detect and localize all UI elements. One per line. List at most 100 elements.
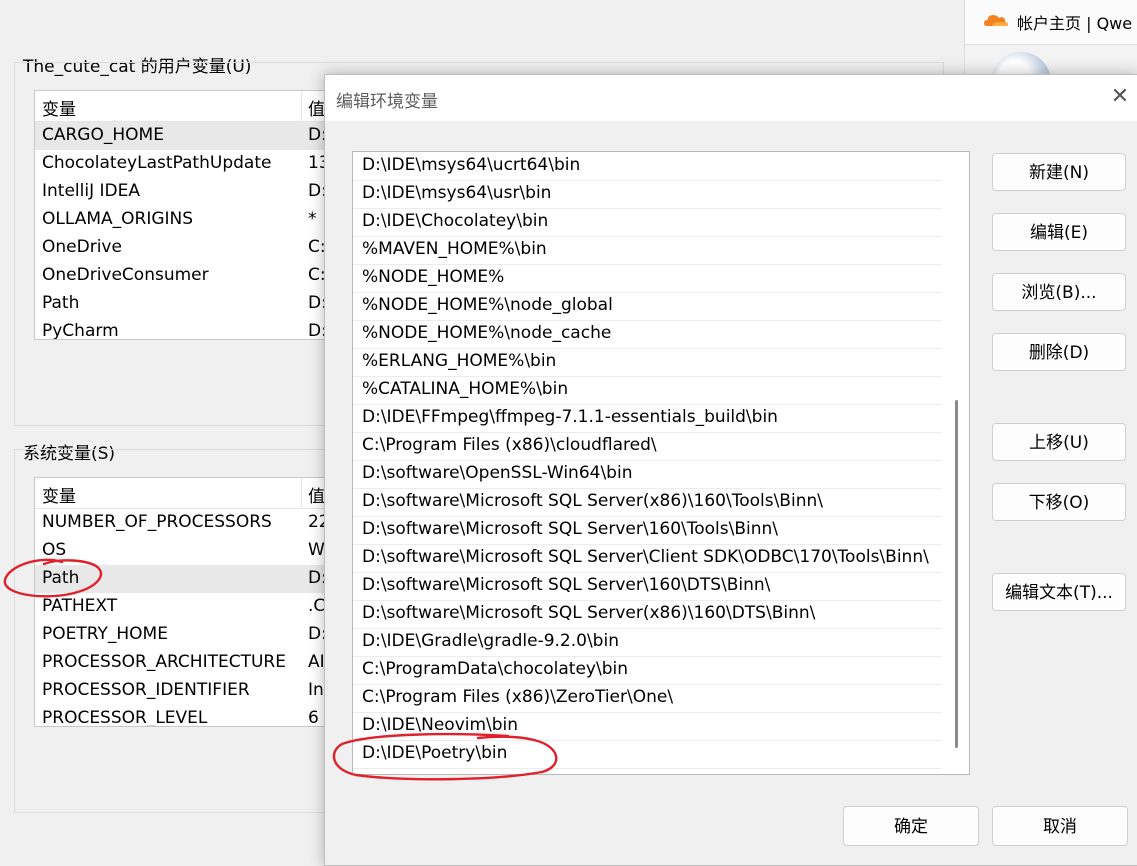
table-row[interactable]: PROCESSOR_IDENTIFIER In — [35, 677, 325, 705]
path-entry-text: D:\IDE\Chocolatey\bin — [362, 211, 549, 231]
list-item[interactable]: D:\IDE\Neovim\bin — [353, 712, 942, 741]
path-entries-list[interactable]: D:\IDE\msys64\ucrt64\bin D:\IDE\msys64\u… — [352, 151, 970, 775]
list-item[interactable]: %NODE_HOME% — [353, 264, 942, 293]
move-up-button[interactable]: 上移(U) — [992, 423, 1126, 461]
cloudflare-icon — [984, 15, 1008, 26]
edit-text-button[interactable]: 编辑文本(T)... — [992, 573, 1126, 611]
list-item[interactable]: %CATALINA_HOME%\bin — [353, 376, 942, 405]
variable-name: OS — [42, 540, 67, 560]
table-row[interactable]: PROCESSOR_ARCHITECTURE AI — [35, 649, 325, 677]
path-entry-text: D:\IDE\FFmpeg\ffmpeg-7.1.1-essentials_bu… — [362, 407, 778, 427]
path-entry-text: D:\IDE\Poetry\bin — [362, 743, 508, 763]
variable-value: AI — [308, 652, 325, 672]
table-row-path-selected[interactable]: Path D: — [35, 565, 325, 593]
variable-name: ChocolateyLastPathUpdate — [42, 153, 272, 173]
path-entry-text: %ERLANG_HOME%\bin — [362, 351, 557, 371]
list-item[interactable]: D:\IDE\Chocolatey\bin — [353, 208, 942, 237]
delete-button[interactable]: 删除(D) — [992, 333, 1126, 371]
variable-name: Path — [42, 293, 80, 313]
table-row[interactable]: PyCharm D: — [35, 318, 325, 340]
table-row[interactable]: OneDriveConsumer C: — [35, 262, 325, 290]
list-scrollbar[interactable] — [955, 400, 958, 748]
list-item[interactable]: D:\software\Microsoft SQL Server(x86)\16… — [353, 600, 942, 629]
table-row[interactable]: OneDrive C: — [35, 234, 325, 262]
variable-value: 6 — [308, 708, 319, 727]
table-row[interactable]: OLLAMA_ORIGINS * — [35, 206, 325, 234]
list-item[interactable]: C:\ProgramData\chocolatey\bin — [353, 656, 942, 685]
move-down-button[interactable]: 下移(O) — [992, 483, 1126, 521]
list-item[interactable]: D:\IDE\Gradle\gradle-9.2.0\bin — [353, 628, 942, 657]
variable-name: NUMBER_OF_PROCESSORS — [42, 512, 272, 532]
table-row[interactable]: ChocolateyLastPathUpdate 13 — [35, 150, 325, 178]
dialog-titlebar[interactable]: 编辑环境变量 ✕ — [325, 75, 1137, 121]
path-entry-text: D:\IDE\Gradle\gradle-9.2.0\bin — [362, 631, 619, 651]
browse-button[interactable]: 浏览(B)... — [992, 273, 1126, 311]
browser-tab-title: 帐户主页 | Qwe — [1017, 14, 1133, 33]
list-item[interactable]: D:\IDE\msys64\usr\bin — [353, 180, 942, 209]
variable-value: .C — [308, 596, 326, 616]
dialog-title: 编辑环境变量 — [336, 92, 438, 112]
list-item[interactable]: D:\software\OpenSSL-Win64\bin — [353, 460, 942, 489]
variable-name: PATHEXT — [42, 596, 118, 616]
list-item[interactable]: %MAVEN_HOME%\bin — [353, 236, 942, 265]
table-row[interactable]: IntelliJ IDEA D: — [35, 178, 325, 206]
list-item[interactable]: D:\software\Microsoft SQL Server\160\DTS… — [353, 572, 942, 601]
list-item[interactable]: D:\IDE\FFmpeg\ffmpeg-7.1.1-essentials_bu… — [353, 404, 942, 433]
close-icon[interactable]: ✕ — [1108, 85, 1132, 109]
edit-button[interactable]: 编辑(E) — [992, 213, 1126, 251]
list-item[interactable]: D:\software\Microsoft SQL Server\Client … — [353, 544, 942, 573]
table-row[interactable]: OS W — [35, 537, 325, 565]
path-entry-text: %NODE_HOME%\node_cache — [362, 323, 612, 343]
column-header-name[interactable]: 变量 — [42, 95, 76, 120]
variable-name: PROCESSOR_ARCHITECTURE — [42, 652, 286, 672]
column-header-value[interactable]: 值 — [308, 95, 325, 120]
path-entry-text: %MAVEN_HOME%\bin — [362, 239, 547, 259]
path-entry-text: D:\software\Microsoft SQL Server\Client … — [362, 547, 929, 567]
table-header[interactable]: 变量 值 — [35, 91, 325, 122]
list-item[interactable]: D:\software\Microsoft SQL Server\160\Too… — [353, 516, 942, 545]
variable-name: CARGO_HOME — [42, 125, 164, 145]
variable-name: Path — [42, 568, 80, 588]
list-item[interactable]: D:\software\Microsoft SQL Server(x86)\16… — [353, 488, 942, 517]
variable-value: C: — [308, 265, 326, 285]
ok-button[interactable]: 确定 — [843, 806, 979, 846]
path-entry-text: D:\IDE\msys64\ucrt64\bin — [362, 155, 581, 175]
variable-value: In — [308, 680, 324, 700]
browser-tab[interactable]: 帐户主页 | Qwe — [965, 0, 1137, 45]
user-variables-table[interactable]: 变量 值 CARGO_HOME D: ChocolateyLastPathUpd… — [34, 90, 326, 340]
path-entry-text: D:\IDE\msys64\usr\bin — [362, 183, 552, 203]
table-row[interactable]: NUMBER_OF_PROCESSORS 22 — [35, 509, 325, 537]
list-item[interactable]: C:\Program Files (x86)\ZeroTier\One\ — [353, 684, 942, 713]
path-entry-text: D:\IDE\Neovim\bin — [362, 715, 519, 735]
table-row[interactable]: PROCESSOR_LEVEL 6 — [35, 705, 325, 727]
path-entry-text: %NODE_HOME% — [362, 267, 505, 287]
list-item[interactable]: C:\Program Files (x86)\cloudflared\ — [353, 432, 942, 461]
variable-name: PyCharm — [42, 321, 119, 340]
new-button[interactable]: 新建(N) — [992, 153, 1126, 191]
edit-environment-variable-dialog: 编辑环境变量 ✕ D:\IDE\msys64\ucrt64\bin D:\IDE… — [324, 74, 1137, 866]
table-header[interactable]: 变量 值 — [35, 478, 325, 509]
path-entry-text: D:\software\Microsoft SQL Server(x86)\16… — [362, 603, 816, 623]
variable-name: OneDrive — [42, 237, 122, 257]
column-header-value[interactable]: 值 — [308, 482, 325, 507]
list-item[interactable]: %NODE_HOME%\node_cache — [353, 320, 942, 349]
list-item[interactable]: D:\IDE\msys64\ucrt64\bin — [353, 152, 942, 181]
list-item[interactable]: %ERLANG_HOME%\bin — [353, 348, 942, 377]
path-entry-text: %NODE_HOME%\node_global — [362, 295, 613, 315]
table-row[interactable]: PATHEXT .C — [35, 593, 325, 621]
cancel-button[interactable]: 取消 — [992, 806, 1128, 846]
path-entry-text: C:\ProgramData\chocolatey\bin — [362, 659, 628, 679]
list-item[interactable]: %NODE_HOME%\node_global — [353, 292, 942, 321]
column-header-name[interactable]: 变量 — [42, 482, 76, 507]
variable-name: POETRY_HOME — [42, 624, 168, 644]
table-row[interactable]: Path D: — [35, 290, 325, 318]
table-row[interactable]: CARGO_HOME D: — [35, 122, 325, 150]
variable-value: C: — [308, 237, 326, 257]
variable-name: OLLAMA_ORIGINS — [42, 209, 194, 229]
path-entry-text: C:\Program Files (x86)\cloudflared\ — [362, 435, 657, 455]
variable-value: W — [308, 540, 325, 560]
table-row[interactable]: POETRY_HOME D: — [35, 621, 325, 649]
list-item-poetry-bin[interactable]: D:\IDE\Poetry\bin — [353, 740, 942, 769]
system-variables-table[interactable]: 变量 值 NUMBER_OF_PROCESSORS 22 OS W Path D… — [34, 477, 326, 727]
variable-name: OneDriveConsumer — [42, 265, 209, 285]
